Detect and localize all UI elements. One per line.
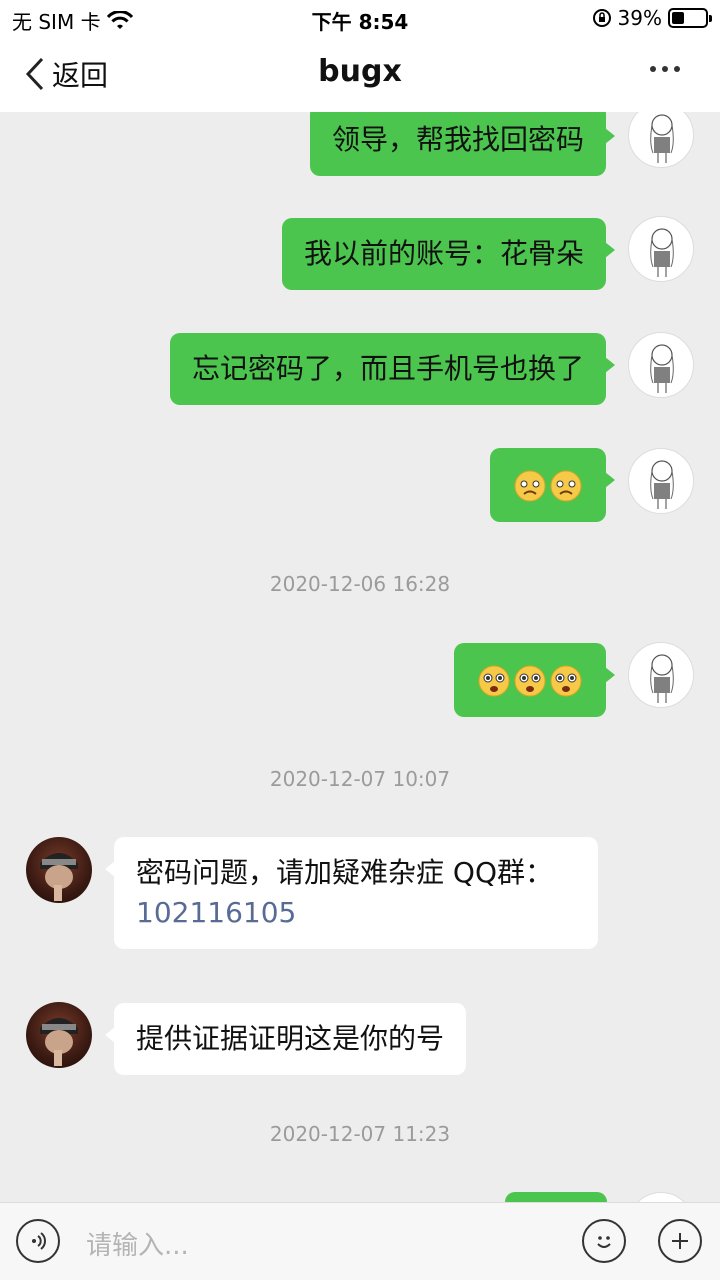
more-dot-icon (662, 66, 668, 72)
message-text: 密码问题，请加疑难杂症 QQ群： (136, 856, 553, 889)
add-button[interactable] (658, 1219, 702, 1263)
my-avatar[interactable] (628, 642, 694, 708)
chat-area[interactable]: 领导，帮我找回密码 我以前的账号：花骨朵 忘记密码了，而且手机号也换了 2020… (0, 112, 720, 1202)
timestamp: 2020-12-07 11:23 (269, 1122, 451, 1146)
message-text: 忘记密码了，而且手机号也换了 (191, 352, 584, 385)
battery-icon (668, 8, 712, 28)
plus-icon (672, 1233, 688, 1249)
my-avatar[interactable] (628, 332, 694, 398)
message-bubble-me[interactable] (505, 1192, 607, 1202)
message-text: 领导，帮我找回密码 (331, 123, 584, 156)
nav-bar: 返回 bugx (0, 36, 720, 112)
pleading-face-icon (550, 665, 582, 697)
my-avatar[interactable] (628, 448, 694, 514)
voice-button[interactable] (16, 1219, 60, 1263)
message-bubble-me[interactable]: 我以前的账号：花骨朵 (281, 218, 616, 290)
message-bubble-me[interactable]: 忘记密码了，而且手机号也换了 (169, 333, 616, 405)
worried-face-icon (514, 470, 546, 502)
more-dot-icon (674, 66, 680, 72)
my-avatar[interactable] (628, 1192, 694, 1202)
timestamp: 2020-12-06 16:28 (269, 572, 451, 596)
message-bubble-me[interactable] (454, 643, 615, 717)
message-bubble-me[interactable] (490, 448, 615, 522)
pleading-face-icon (478, 665, 510, 697)
contact-avatar[interactable] (26, 1002, 92, 1068)
ninja-avatar-icon (40, 853, 78, 901)
message-text: 我以前的账号：花骨朵 (303, 237, 584, 270)
message-bubble-me[interactable]: 领导，帮我找回密码 (309, 112, 616, 176)
message-bubble-other[interactable]: 密码问题，请加疑难杂症 QQ群： 102116105 (105, 837, 598, 949)
chat-title: bugx (318, 54, 402, 89)
status-right: 39% (592, 6, 712, 30)
worried-face-icon (550, 470, 582, 502)
message-input[interactable]: 请输入... (86, 1225, 189, 1262)
girl-sketch-icon (650, 228, 674, 277)
message-text: 提供证据证明这是你的号 (136, 1022, 445, 1055)
voice-icon (32, 1232, 46, 1250)
orientation-lock-icon (592, 9, 611, 27)
pleading-face-icon (514, 665, 546, 697)
my-avatar[interactable] (628, 216, 694, 282)
more-button[interactable] (650, 66, 680, 72)
more-dot-icon (650, 66, 656, 72)
qq-group-link[interactable]: 102116105 (136, 896, 296, 929)
ninja-avatar-icon (40, 1018, 78, 1066)
contact-avatar[interactable] (26, 837, 92, 903)
girl-sketch-icon (650, 654, 674, 703)
girl-sketch-icon (650, 344, 674, 393)
timestamp: 2020-12-07 10:07 (269, 767, 451, 791)
girl-sketch-icon (650, 460, 674, 509)
smiley-icon (597, 1236, 611, 1248)
my-avatar[interactable] (628, 112, 694, 168)
battery-fill (672, 12, 685, 24)
status-bar: 无 SIM 卡 下午 8:54 39% (0, 0, 720, 36)
battery-percent: 39% (617, 6, 662, 30)
girl-sketch-icon (629, 1193, 694, 1202)
message-bubble-other[interactable]: 提供证据证明这是你的号 (104, 1003, 467, 1075)
input-bar: 请输入... (0, 1202, 720, 1280)
girl-sketch-icon (650, 114, 674, 163)
emoji-button[interactable] (582, 1219, 626, 1263)
